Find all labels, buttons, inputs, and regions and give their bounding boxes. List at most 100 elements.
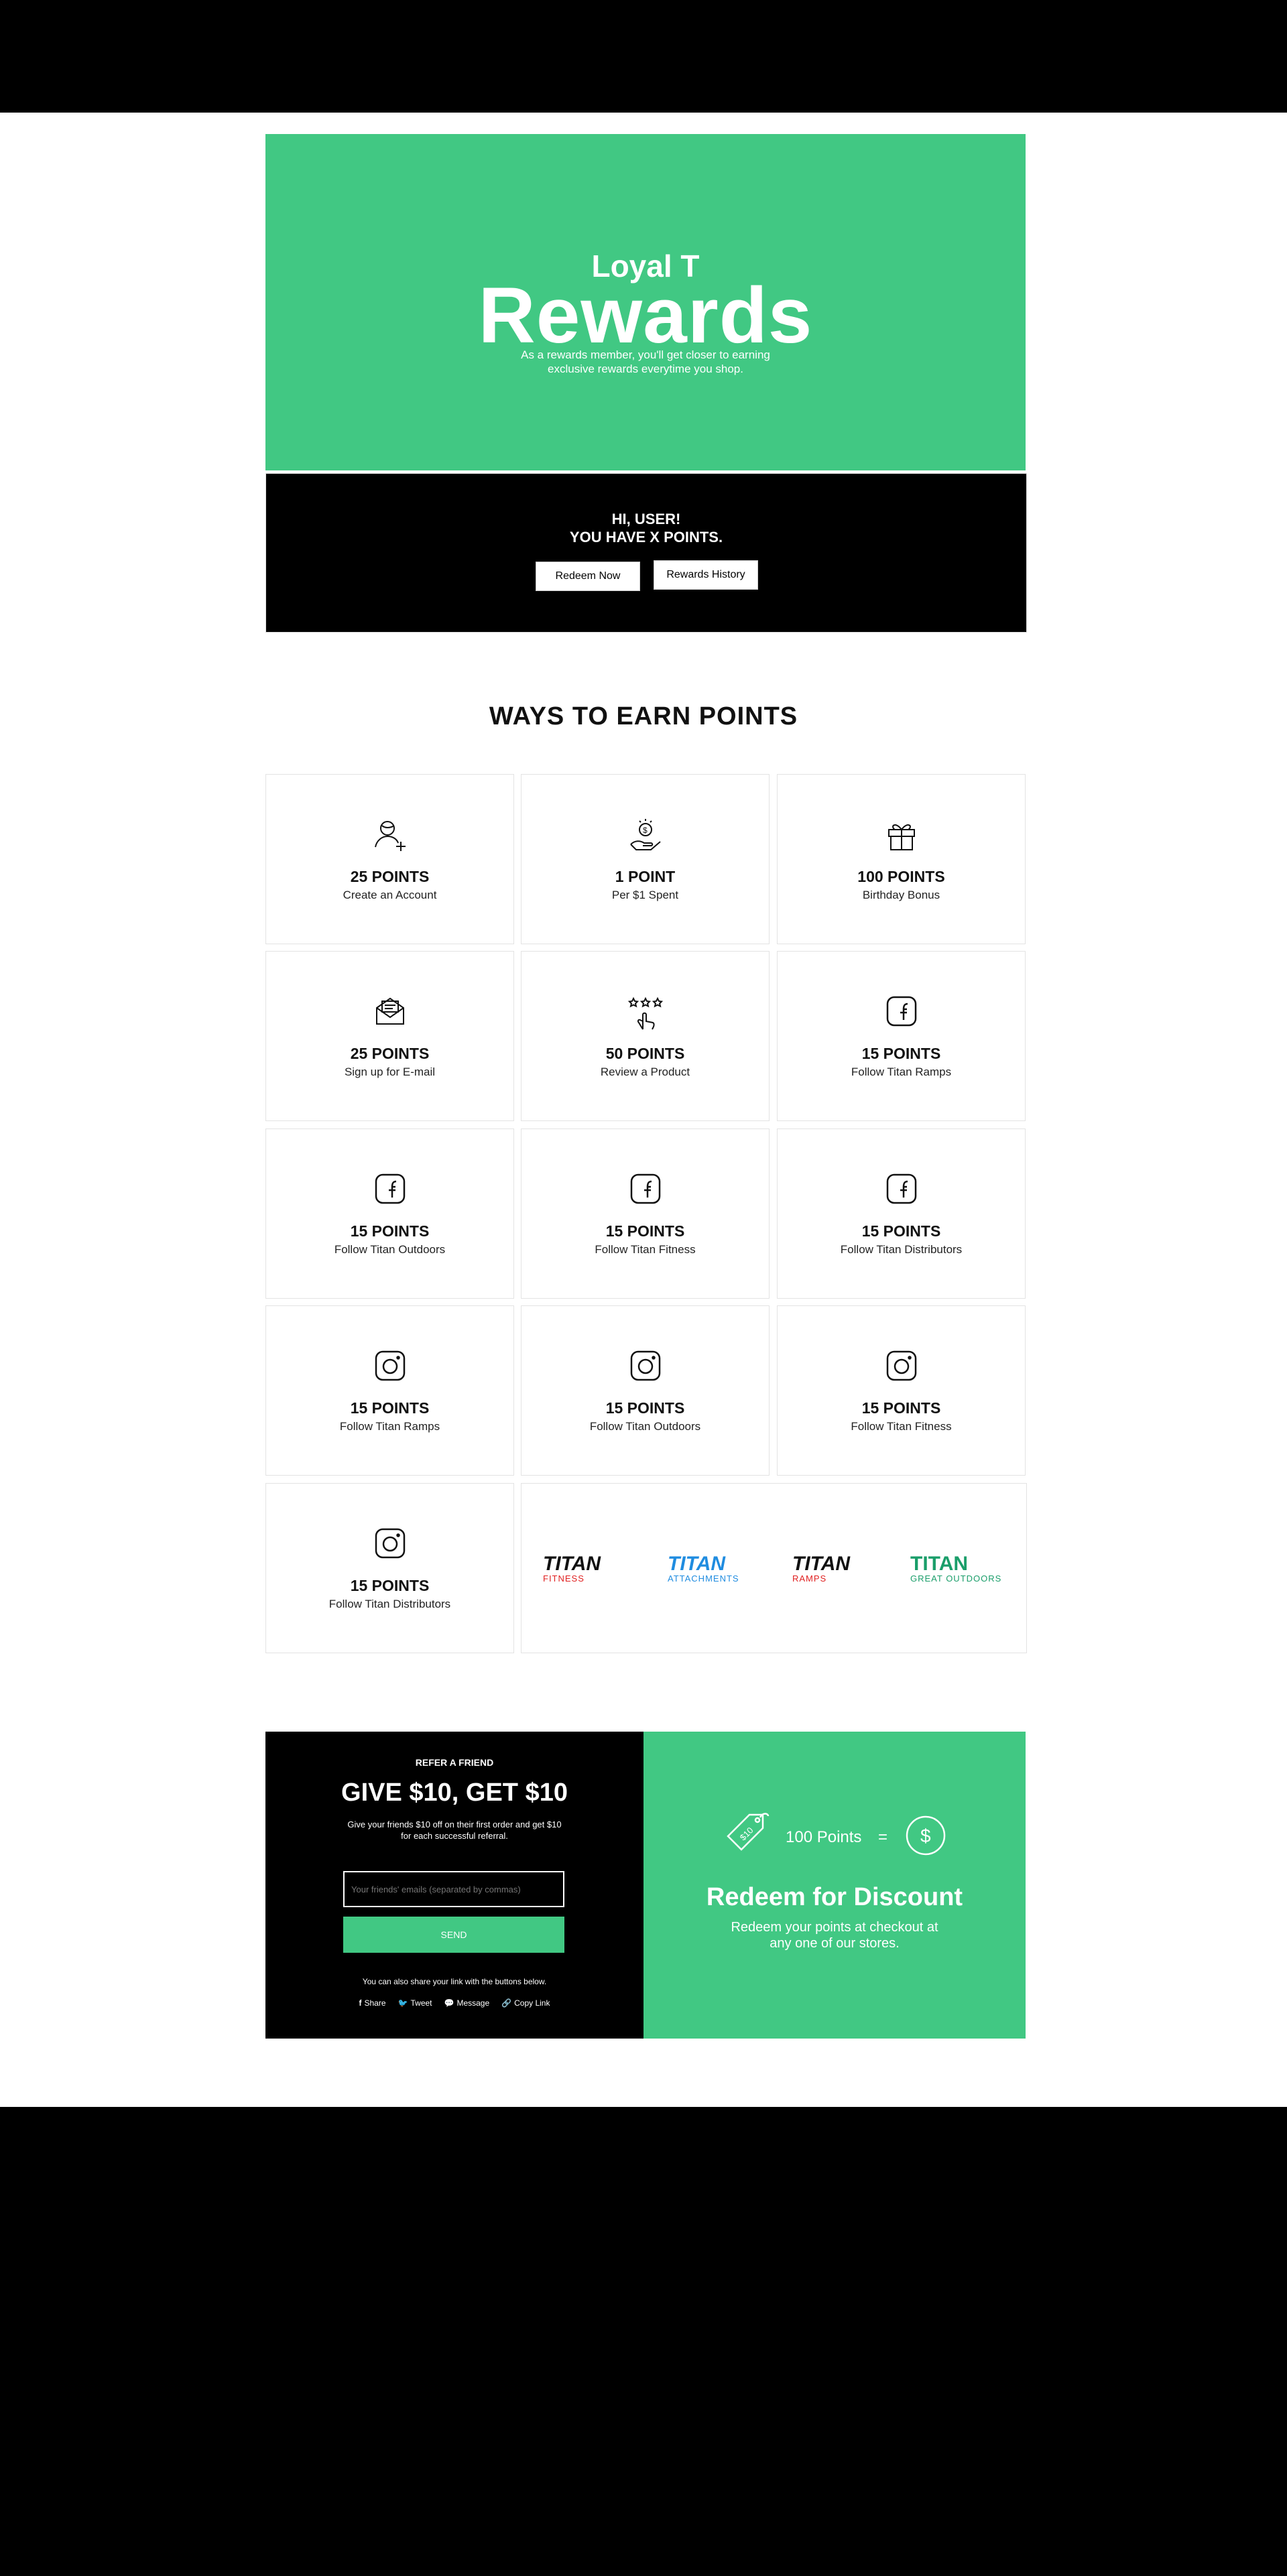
card-desc: Follow Titan Fitness xyxy=(595,1243,696,1256)
points-line: YOU HAVE X POINTS. xyxy=(569,529,723,545)
instagram-icon xyxy=(266,1349,513,1384)
card-desc: Sign up for E-mail xyxy=(344,1066,436,1078)
send-button[interactable]: SEND xyxy=(343,1917,564,1953)
card-desc: Follow Titan Outdoors xyxy=(334,1243,446,1256)
titan-outdoors-logo[interactable]: TITAN GREAT OUTDOORS xyxy=(910,1554,1001,1584)
card-desc: Per $1 Spent xyxy=(611,889,679,901)
hand-coin-icon: $ xyxy=(522,818,769,852)
copy-label: Copy Link xyxy=(514,1998,550,2008)
share-label: Share xyxy=(364,1998,386,2008)
stars-click-icon xyxy=(522,994,769,1030)
earn-card[interactable]: 15 POINTS Follow Titan Ramps xyxy=(265,1305,514,1476)
redeem-title: Redeem for Discount xyxy=(706,1883,963,1911)
card-desc: Follow Titan Ramps xyxy=(339,1420,440,1433)
hero-banner: Loyal T Rewards As a rewards member, you… xyxy=(265,134,1026,470)
card-desc: Follow Titan Fitness xyxy=(851,1420,952,1433)
price-tag-icon: $10 xyxy=(727,1813,770,1851)
facebook-icon xyxy=(266,1172,513,1207)
share-links: f Share 🐦 Tweet 💬 Message 🔗 Copy Link xyxy=(265,1998,644,2008)
card-points: 25 POINTS xyxy=(350,868,430,885)
card-desc: Follow Titan Outdoors xyxy=(589,1420,701,1433)
tweet-link[interactable]: 🐦 Tweet xyxy=(398,1998,432,2008)
gift-icon xyxy=(778,818,1025,852)
logo-main: TITAN xyxy=(543,1553,601,1575)
earn-section-title: WAYS TO EARN POINTS xyxy=(489,702,798,730)
rewards-history-button[interactable]: Rewards History xyxy=(654,560,758,590)
earn-card: 25 POINTS Sign up for E-mail xyxy=(265,951,514,1121)
hero-subtitle: As a rewards member, you'll get closer t… xyxy=(521,348,770,375)
earn-card: 50 POINTS Review a Product xyxy=(521,951,770,1121)
chat-icon: 💬 xyxy=(444,1998,454,2008)
earn-card[interactable]: 15 POINTS Follow Titan Outdoors xyxy=(521,1305,770,1476)
points-greeting: HI, USER! YOU HAVE X POINTS. xyxy=(266,510,1026,546)
earn-card: $ 1 POINT Per $1 Spent xyxy=(521,774,770,944)
logo-sub: FITNESS xyxy=(543,1573,585,1584)
card-points: 15 POINTS xyxy=(861,1222,941,1240)
equals-sign: = xyxy=(878,1828,888,1846)
earn-card[interactable]: 15 POINTS Follow Titan Distributors xyxy=(777,1129,1026,1299)
card-points: 15 POINTS xyxy=(350,1577,430,1594)
card-points: 25 POINTS xyxy=(350,1045,430,1062)
card-points: 15 POINTS xyxy=(605,1222,685,1240)
earn-card[interactable]: 15 POINTS Follow Titan Fitness xyxy=(777,1305,1026,1476)
user-add-icon xyxy=(266,818,513,852)
dollar-sign: $ xyxy=(920,1825,931,1846)
tweet-label: Tweet xyxy=(410,1998,432,2008)
logo-main: TITAN xyxy=(910,1553,969,1575)
card-desc: Create an Account xyxy=(343,889,437,901)
card-desc: Follow Titan Ramps xyxy=(851,1066,952,1078)
refer-text: Give your friends $10 off on their first… xyxy=(347,1819,562,1841)
friends-email-input[interactable] xyxy=(343,1871,564,1907)
share-hint: You can also share your link with the bu… xyxy=(362,1977,547,1986)
instagram-icon xyxy=(266,1527,513,1561)
earn-card[interactable]: 15 POINTS Follow Titan Fitness xyxy=(521,1129,770,1299)
card-desc: Review a Product xyxy=(600,1066,690,1078)
card-desc: Birthday Bonus xyxy=(862,889,940,901)
card-points: 1 POINT xyxy=(615,868,676,885)
redeem-panel: $10 100 Points = $ Redeem for Discount R… xyxy=(644,1732,1026,2039)
refer-panel: REFER A FRIEND GIVE $10, GET $10 Give yo… xyxy=(265,1732,644,2039)
card-desc: Follow Titan Distributors xyxy=(328,1598,451,1610)
facebook-icon xyxy=(778,1172,1025,1207)
refer-kicker: REFER A FRIEND xyxy=(415,1757,494,1768)
titan-fitness-logo[interactable]: TITAN FITNESS xyxy=(543,1554,601,1584)
logo-main: TITAN xyxy=(792,1553,851,1575)
card-desc: Follow Titan Distributors xyxy=(840,1243,963,1256)
earn-card[interactable]: 15 POINTS Follow Titan Distributors xyxy=(265,1483,514,1653)
redeem-desc: Redeem your points at checkout at any on… xyxy=(731,1920,938,1951)
user-points-band: HI, USER! YOU HAVE X POINTS. Redeem Now … xyxy=(265,473,1027,633)
titan-ramps-logo[interactable]: TITAN RAMPS xyxy=(792,1554,850,1584)
page-background: Loyal T Rewards As a rewards member, you… xyxy=(0,113,1287,2107)
card-points: 100 POINTS xyxy=(857,868,945,885)
brand-logos: TITAN FITNESS TITAN ATTACHMENTS TITAN RA… xyxy=(521,1483,1027,1653)
message-link[interactable]: 💬 Message xyxy=(444,1998,490,2008)
dollar-circle-icon: $ xyxy=(906,1815,946,1856)
card-points: 15 POINTS xyxy=(350,1222,430,1240)
logo-sub: RAMPS xyxy=(792,1573,827,1584)
facebook-icon: f xyxy=(359,1998,362,2008)
share-link[interactable]: f Share xyxy=(359,1998,386,2008)
logo-sub: ATTACHMENTS xyxy=(668,1573,739,1584)
link-icon: 🔗 xyxy=(501,1998,512,2008)
copy-link[interactable]: 🔗 Copy Link xyxy=(501,1998,550,2008)
earn-card[interactable]: 15 POINTS Follow Titan Outdoors xyxy=(265,1129,514,1299)
facebook-icon xyxy=(778,994,1025,1029)
card-points: 15 POINTS xyxy=(350,1399,430,1417)
message-label: Message xyxy=(456,1998,490,2008)
hero-title: Rewards xyxy=(478,271,813,360)
earn-card: 100 POINTS Birthday Bonus xyxy=(777,774,1026,944)
titan-attachments-logo[interactable]: TITAN ATTACHMENTS xyxy=(668,1554,739,1584)
instagram-icon xyxy=(522,1349,769,1384)
earn-card[interactable]: 15 POINTS Follow Titan Ramps xyxy=(777,951,1026,1121)
redeem-points-label: 100 Points xyxy=(786,1828,862,1846)
refer-headline: GIVE $10, GET $10 xyxy=(341,1779,568,1807)
instagram-icon xyxy=(778,1349,1025,1384)
twitter-icon: 🐦 xyxy=(397,1998,408,2008)
envelope-icon xyxy=(266,994,513,1029)
svg-text:$: $ xyxy=(643,826,648,835)
redeem-now-button[interactable]: Redeem Now xyxy=(536,562,640,591)
card-points: 15 POINTS xyxy=(861,1399,941,1417)
earn-card: 25 POINTS Create an Account xyxy=(265,774,514,944)
facebook-icon xyxy=(522,1172,769,1207)
logo-sub: GREAT OUTDOORS xyxy=(910,1573,1002,1584)
